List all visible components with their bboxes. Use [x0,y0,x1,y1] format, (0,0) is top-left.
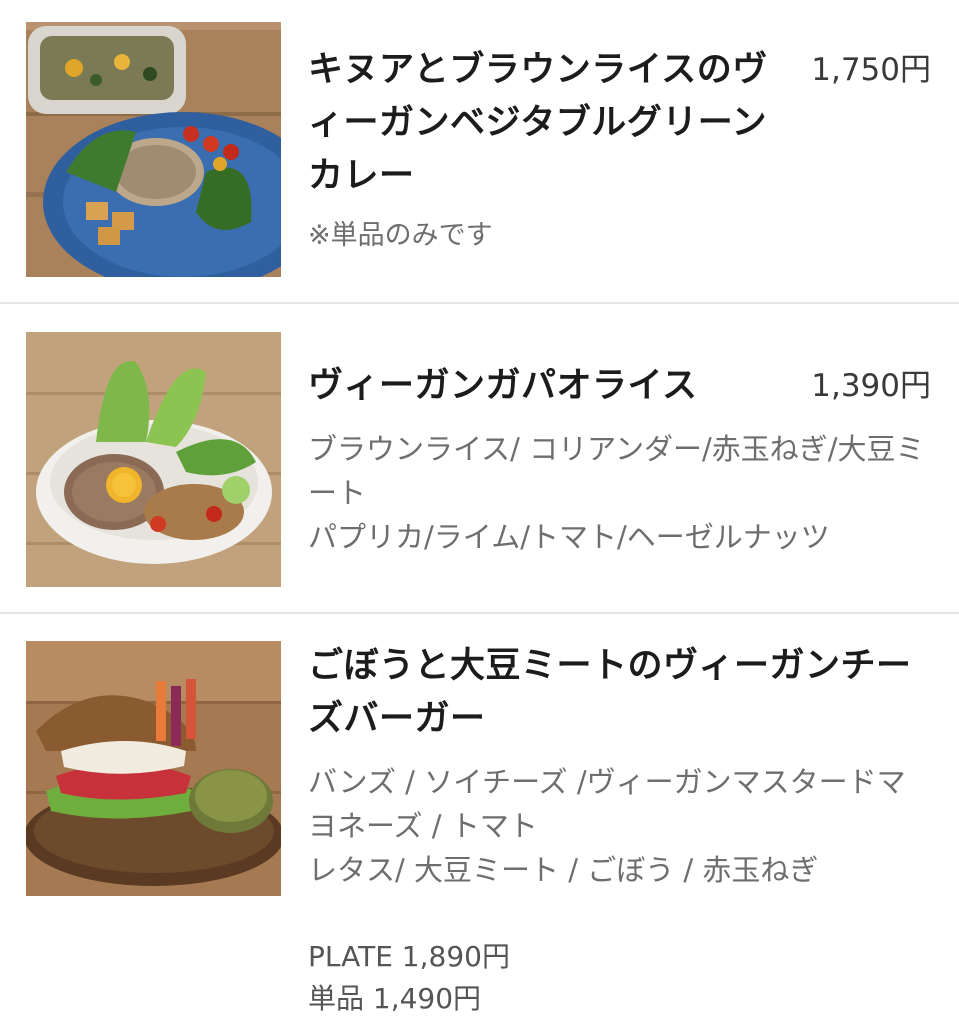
item-description: ブラウンライス/ コリアンダー/赤玉ねぎ/大豆ミート パプリカ/ライム/トマト/… [308,432,925,554]
menu-item-gapao-rice[interactable]: ヴィーガンガパオライス 1,390円 ブラウンライス/ コリアンダー/赤玉ねぎ/… [0,305,959,613]
item-title: キヌアとブラウンライスのヴィーガンベジタブルグリーンカレー [308,50,768,196]
gapao-rice-photo [26,332,281,587]
menu-item-cheese-burger[interactable]: ごぼうと大豆ミートのヴィーガンチーズバーガー バンズ / ソイチーズ /ヴィーガ… [0,615,959,1024]
item-note: ※単品のみです [308,220,493,251]
price-options: PLATE 1,890円 単品 1,490円 [308,936,708,1020]
divider [0,612,959,614]
item-title: ヴィーガンガパオライス [308,366,698,406]
green-curry-photo [26,22,281,277]
item-price: 1,390円 [811,368,931,404]
plate-price: PLATE 1,890円 [308,940,510,973]
item-price: 1,750円 [811,52,931,88]
item-description: バンズ / ソイチーズ /ヴィーガンマスタードマヨネーズ / トマト レタス/ … [308,765,906,887]
item-title: ごぼうと大豆ミートのヴィーガンチーズバーガー [308,646,912,739]
single-price: 単品 1,490円 [308,982,482,1015]
cheese-burger-photo [26,641,281,896]
divider [0,302,959,304]
menu-item-green-curry[interactable]: キヌアとブラウンライスのヴィーガンベジタブルグリーンカレー 1,750円 ※単品… [0,0,959,303]
